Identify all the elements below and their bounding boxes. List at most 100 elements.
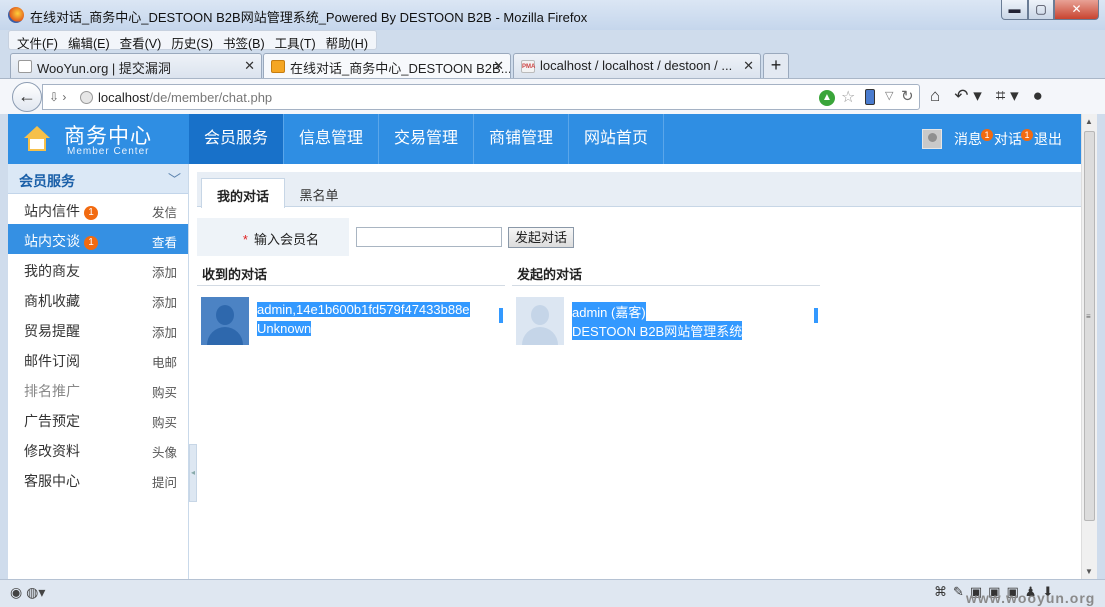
dropdown-icon[interactable]: ▽ (885, 89, 893, 102)
avatar[interactable] (201, 297, 249, 345)
tab-label: 在线对话_商务中心_DESTOON B2B... (290, 61, 511, 76)
scroll-up-icon[interactable]: ▲ (1085, 117, 1093, 126)
received-chats-section: 收到的对话 admin,14e1b600b1fd579f47433b88e Un… (197, 258, 505, 348)
user-avatar[interactable] (922, 129, 942, 149)
sidebar-item-ranking[interactable]: 排名推广 购买 (8, 374, 188, 404)
sidebar-item-trade-alerts[interactable]: 贸易提醒 添加 (8, 314, 188, 344)
sidebar-action-add[interactable]: 添加 (152, 262, 177, 281)
nav-member-service[interactable]: 会员服务 (189, 114, 284, 164)
scrollbar-thumb[interactable] (1084, 131, 1095, 521)
received-chats-title: 收到的对话 (197, 258, 505, 286)
nav-trade-management[interactable]: 交易管理 (379, 114, 474, 164)
messages-link[interactable]: 消息 1 (954, 129, 993, 149)
back-button[interactable]: ← (12, 82, 42, 112)
menu-edit[interactable]: 编辑(E) (63, 31, 115, 51)
sidebar-item-ads[interactable]: 广告预定 购买 (8, 404, 188, 434)
sidebar-header[interactable]: 会员服务 ﹀ (8, 164, 188, 194)
tab-label: localhost / localhost / destoon / ... (540, 58, 733, 73)
sidebar-item-favorites[interactable]: 商机收藏 添加 (8, 284, 188, 314)
member-center-header: 商务中心 Member Center 会员服务 信息管理 交易管理 商铺管理 网… (8, 114, 1081, 164)
sidebar-action-email[interactable]: 电邮 (152, 352, 177, 371)
sidebar-item-friends[interactable]: 我的商友 添加 (8, 254, 188, 284)
menu-view[interactable]: 查看(V) (115, 31, 167, 51)
crop-icon[interactable]: ⌗ ▾ (996, 86, 1019, 106)
chat-username[interactable]: admin,14e1b600b1fd579f47433b88e (257, 302, 470, 317)
close-tab-icon[interactable]: ✕ (743, 58, 754, 74)
sidebar-action-add[interactable]: 添加 (152, 322, 177, 341)
main-content: 我的对话 黑名单 * 输入会员名 发起对话 收到的对话 admin,14e1b60… (197, 164, 1081, 579)
reload-icon[interactable]: ↻ (901, 87, 914, 105)
chevron-down-icon[interactable]: ﹀ (168, 169, 181, 188)
chat-username[interactable]: admin (嘉客) (572, 302, 646, 321)
tab-my-chats[interactable]: 我的对话 (201, 178, 285, 208)
url-text[interactable]: localhost/de/member/chat.php (98, 90, 272, 105)
list-item[interactable]: admin,14e1b600b1fd579f47433b88e Unknown (197, 286, 505, 348)
logout-link[interactable]: 退出 (1034, 129, 1062, 149)
sidebar-item-mail-subscription[interactable]: 邮件订阅 电邮 (8, 344, 188, 374)
status-bar: ◉ ◍▾ ⌘✎▣▣▣♟⬇ www.wooyun.org (0, 579, 1105, 607)
messages-badge: 1 (981, 129, 993, 141)
nav-shop-management[interactable]: 商铺管理 (474, 114, 569, 164)
menu-file[interactable]: 文件(F) (12, 31, 63, 51)
list-item[interactable]: admin (嘉客) DESTOON B2B网站管理系统 (512, 286, 820, 348)
chat-link[interactable]: 对话 1 (994, 129, 1033, 149)
window-title: 在线对话_商务中心_DESTOON B2B网站管理系统_Powered By D… (30, 10, 588, 25)
sidebar-action-send[interactable]: 发信 (152, 202, 177, 221)
unread-badge: 1 (84, 206, 98, 220)
menu-tools[interactable]: 工具(T) (270, 31, 321, 51)
sidebar-item-chat[interactable]: 站内交谈 1 查看 (8, 224, 188, 254)
sidebar-action-ask[interactable]: 提问 (152, 472, 177, 491)
close-tab-icon[interactable]: ✕ (244, 58, 255, 74)
browser-tab-phpmyadmin[interactable]: PMA localhost / localhost / destoon / ..… (513, 53, 761, 78)
close-tab-icon[interactable]: ✕ (493, 58, 504, 74)
sidebar-collapse-handle[interactable]: ◂ (189, 444, 197, 502)
address-bar[interactable]: ⇩ › localhost/de/member/chat.php ▲ ☆ ▽ ↻ (42, 84, 920, 110)
nav-info-management[interactable]: 信息管理 (284, 114, 379, 164)
sidebar-action-buy[interactable]: 购买 (152, 412, 177, 431)
scroll-down-icon[interactable]: ▼ (1085, 567, 1093, 576)
browser-tab-chat[interactable]: 在线对话_商务中心_DESTOON B2B... ✕ (263, 53, 511, 78)
chat-bubble-icon[interactable]: ● (1033, 86, 1043, 106)
tab-label: WooYun.org | 提交漏洞 (37, 61, 171, 76)
avatar[interactable] (516, 297, 564, 345)
sidebar-action-view[interactable]: 查看 (152, 232, 177, 251)
window-titlebar: 在线对话_商务中心_DESTOON B2B网站管理系统_Powered By D… (0, 0, 1105, 30)
downloads-icon[interactable]: ⇩ › (49, 90, 66, 104)
home-icon[interactable]: ⌂ (930, 86, 940, 106)
site-identity-icon[interactable] (80, 91, 93, 104)
content-tabs: 我的对话 黑名单 (197, 172, 1081, 208)
start-chat-button[interactable]: 发起对话 (508, 227, 574, 248)
sidebar: 会员服务 ﹀ 站内信件 1 发信 站内交谈 1 查看 我的商友 添加 商机收藏 添加… (8, 164, 189, 579)
page-scrollbar[interactable]: ▲ ≡ ▼ (1081, 114, 1097, 579)
minimize-button[interactable]: ▬ (1001, 0, 1028, 20)
sidebar-item-profile[interactable]: 修改资料 头像 (8, 434, 188, 464)
close-window-button[interactable]: ✕ (1054, 0, 1099, 20)
menu-help[interactable]: 帮助(H) (321, 31, 373, 51)
bookmark-star-icon[interactable]: ☆ (841, 87, 855, 107)
member-name-input[interactable] (356, 227, 502, 247)
addon-icons[interactable]: ◉ ◍▾ (10, 584, 45, 601)
nav-site-home[interactable]: 网站首页 (569, 114, 664, 164)
sidebar-action-add[interactable]: 添加 (152, 292, 177, 311)
mobile-icon[interactable] (865, 89, 875, 105)
sidebar-item-support[interactable]: 客服中心 提问 (8, 464, 188, 494)
sidebar-item-messages[interactable]: 站内信件 1 发信 (8, 194, 188, 224)
destoon-favicon-icon (271, 60, 285, 73)
browser-tab-wooyun[interactable]: WooYun.org | 提交漏洞 ✕ (10, 53, 262, 78)
firefox-icon (8, 7, 24, 23)
chat-detail: DESTOON B2B网站管理系统 (572, 321, 743, 340)
undo-icon[interactable]: ↶ ▾ (954, 86, 982, 106)
home-logo-icon[interactable] (24, 126, 50, 152)
sidebar-action-buy[interactable]: 购买 (152, 382, 177, 401)
menu-bar: 文件(F) 编辑(E) 查看(V) 历史(S) 书签(B) 工具(T) 帮助(H… (8, 30, 377, 51)
go-icon[interactable]: ▲ (819, 90, 835, 106)
menu-bookmarks[interactable]: 书签(B) (218, 31, 270, 51)
new-tab-button[interactable]: + (763, 53, 789, 78)
phpmyadmin-icon: PMA (521, 60, 535, 73)
sidebar-action-avatar[interactable]: 头像 (152, 442, 177, 461)
menu-history[interactable]: 历史(S) (166, 31, 218, 51)
selection-caret (499, 308, 503, 323)
maximize-button[interactable]: ▢ (1028, 0, 1054, 20)
web-page: 商务中心 Member Center 会员服务 信息管理 交易管理 商铺管理 网… (8, 114, 1081, 579)
tab-blacklist[interactable]: 黑名单 (299, 178, 339, 208)
